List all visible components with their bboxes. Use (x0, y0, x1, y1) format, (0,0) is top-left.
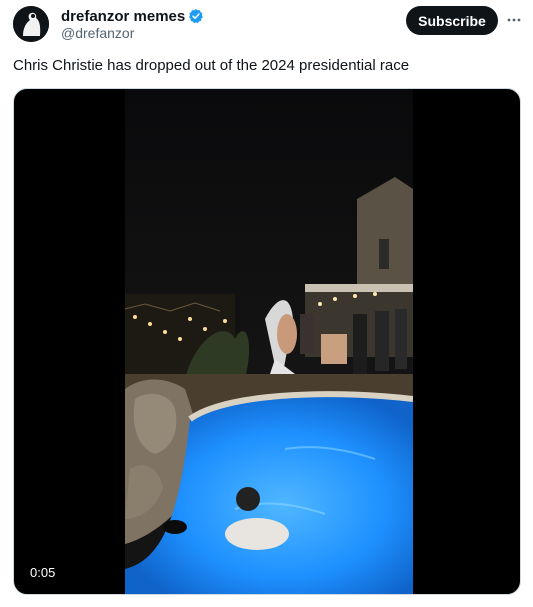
more-options-icon[interactable] (504, 10, 524, 30)
tweet-header: drefanzor memes @drefanzor Subscribe (0, 0, 533, 50)
subscribe-button[interactable]: Subscribe (406, 6, 498, 35)
video-player[interactable]: 0:05 (13, 88, 521, 595)
avatar-image (13, 6, 49, 42)
author-handle[interactable]: @drefanzor (61, 25, 134, 41)
tweet-text: Chris Christie has dropped out of the 20… (13, 57, 410, 74)
verified-badge-icon (188, 8, 204, 24)
author-display-name[interactable]: drefanzor memes (61, 8, 185, 25)
video-frame (125, 89, 413, 594)
author-name-row: drefanzor memes (61, 6, 204, 26)
avatar[interactable] (13, 6, 49, 42)
video-duration: 0:05 (26, 564, 60, 581)
